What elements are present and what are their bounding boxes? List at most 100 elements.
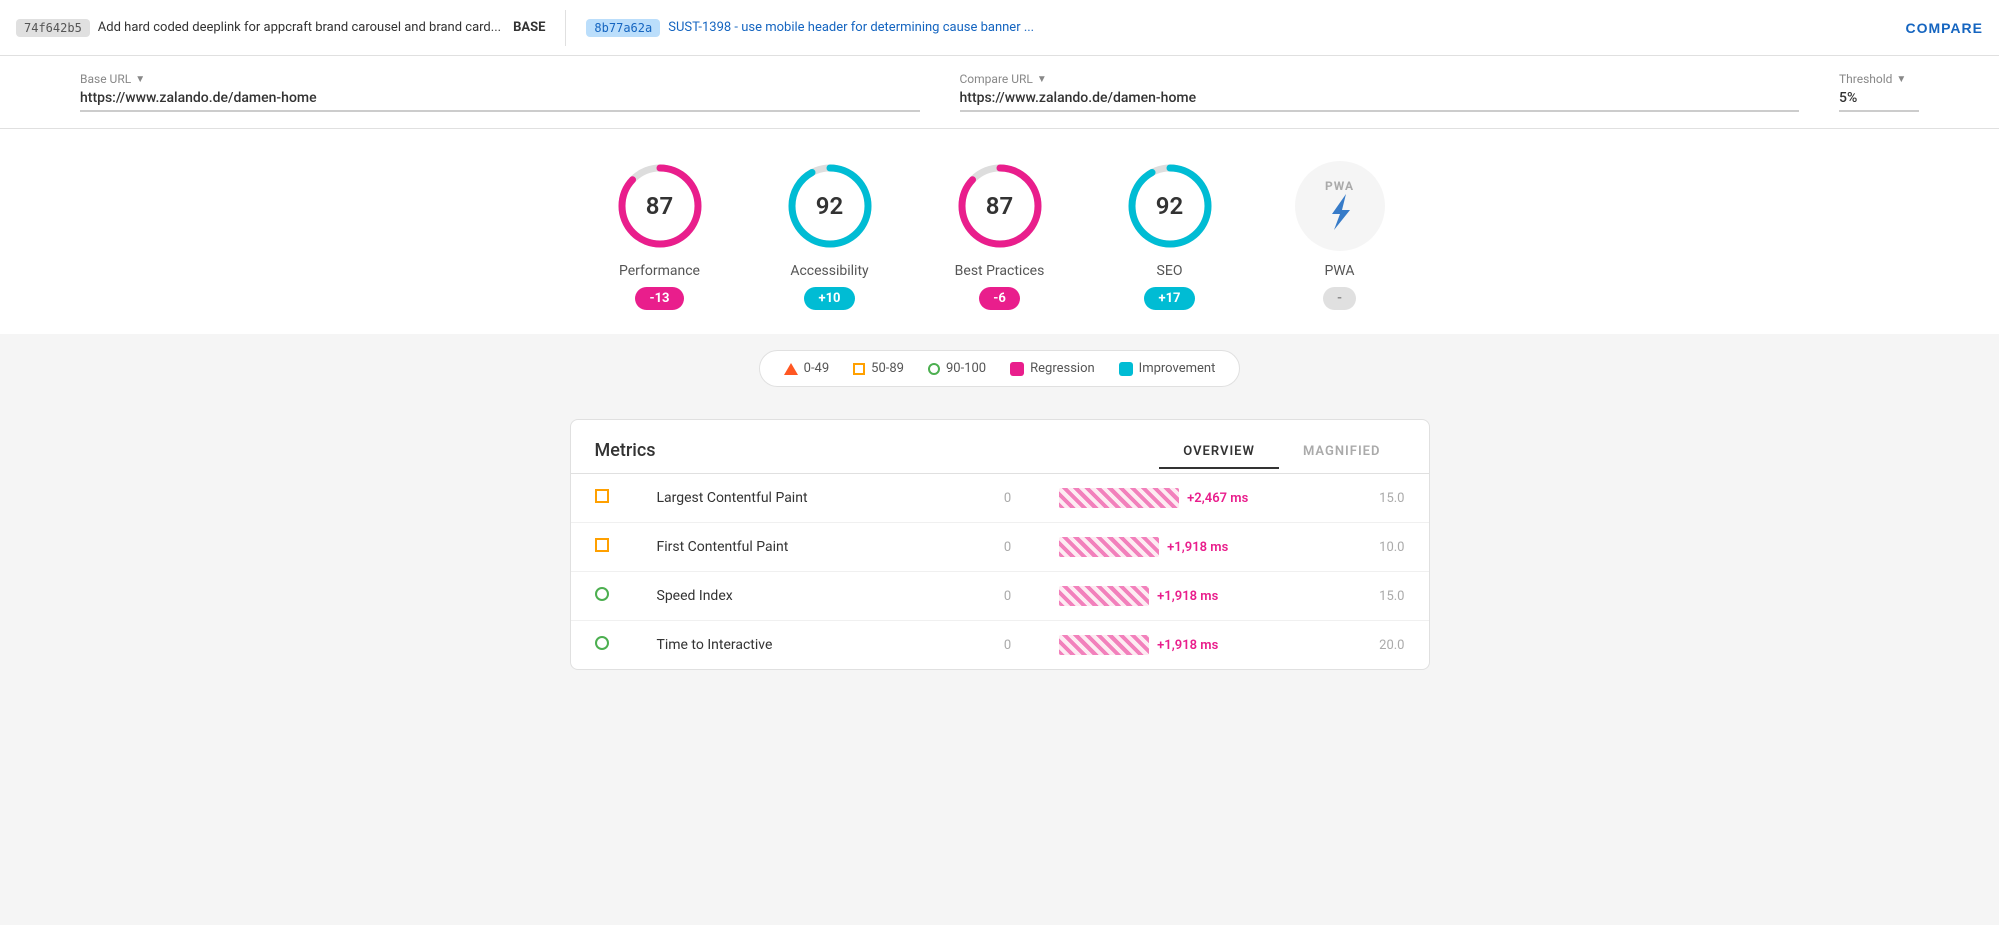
metric-bar-cell: +2,467 ms — [1035, 474, 1355, 523]
metric-name-cell: First Contentful Paint — [633, 523, 980, 572]
score-badge-performance: -13 — [635, 287, 683, 310]
metrics-card: Metrics OVERVIEW MAGNIFIED Largest Conte… — [570, 419, 1430, 670]
score-label-performance: Performance — [619, 263, 700, 279]
green-circle-icon — [595, 587, 609, 601]
score-label-pwa: PWA — [1324, 263, 1354, 279]
metric-end: 15.0 — [1355, 572, 1428, 621]
metric-zero: 0 — [980, 474, 1035, 523]
bar-hatched — [1059, 537, 1159, 557]
circle-performance: 87 — [615, 161, 705, 251]
base-label: BASE — [513, 20, 545, 35]
score-value-best-practices: 87 — [986, 192, 1013, 220]
square-icon — [853, 363, 865, 375]
compare-url-label: Compare URL ▼ — [960, 72, 1800, 86]
metrics-header: Metrics OVERVIEW MAGNIFIED — [571, 420, 1429, 469]
base-commit-badge: 74f642b5 — [16, 19, 90, 37]
metric-name-cell: Time to Interactive — [633, 621, 980, 670]
score-badge-seo: +17 — [1144, 287, 1194, 310]
compare-url-dropdown-arrow[interactable]: ▼ — [1037, 74, 1047, 85]
circle-seo: 92 — [1125, 161, 1215, 251]
metric-zero: 0 — [980, 621, 1035, 670]
pwa-icon: PWA — [1295, 161, 1385, 251]
base-url-dropdown-arrow[interactable]: ▼ — [135, 74, 145, 85]
yellow-square-icon — [595, 489, 609, 503]
divider — [565, 10, 566, 46]
lightning-icon — [1318, 190, 1362, 234]
score-value-seo: 92 — [1156, 192, 1183, 220]
pwa-text: PWA — [1325, 179, 1354, 193]
compare-url-value[interactable]: https://www.zalando.de/damen-home — [960, 90, 1800, 112]
metric-zero: 0 — [980, 572, 1035, 621]
table-row: Speed Index 0 +1,918 ms 15.0 — [571, 572, 1429, 621]
bar-wrapper: +1,918 ms — [1059, 635, 1331, 655]
metric-icon-cell — [571, 572, 633, 621]
green-circle-icon — [595, 636, 609, 650]
legend-range2: 50-89 — [853, 361, 904, 376]
bar-wrapper: +2,467 ms — [1059, 488, 1331, 508]
compare-commit-message: SUST-1398 - use mobile header for determ… — [668, 20, 1897, 35]
base-commit-message: Add hard coded deeplink for appcraft bra… — [98, 20, 501, 35]
triangle-icon — [784, 363, 798, 375]
compare-url-group: Compare URL ▼ https://www.zalando.de/dam… — [960, 72, 1800, 112]
bar-value: +1,918 ms — [1167, 540, 1228, 555]
score-card-accessibility: 92 Accessibility +10 — [785, 161, 875, 310]
metrics-title: Metrics — [595, 440, 656, 469]
bar-wrapper: +1,918 ms — [1059, 586, 1331, 606]
table-row: Time to Interactive 0 +1,918 ms 20.0 — [571, 621, 1429, 670]
metrics-table: Largest Contentful Paint 0 +2,467 ms 15.… — [571, 473, 1429, 669]
base-url-value[interactable]: https://www.zalando.de/damen-home — [80, 90, 920, 112]
score-card-seo: 92 SEO +17 — [1125, 161, 1215, 310]
score-card-performance: 87 Performance -13 — [615, 161, 705, 310]
metrics-section: Metrics OVERVIEW MAGNIFIED Largest Conte… — [0, 403, 1999, 702]
legend-box: 0-49 50-89 90-100 Regression Improvement — [759, 350, 1241, 387]
legend-section: 0-49 50-89 90-100 Regression Improvement — [0, 334, 1999, 403]
improvement-icon — [1119, 362, 1133, 376]
score-label-accessibility: Accessibility — [790, 263, 868, 279]
table-row: First Contentful Paint 0 +1,918 ms 10.0 — [571, 523, 1429, 572]
top-bar: 74f642b5 Add hard coded deeplink for app… — [0, 0, 1999, 56]
scores-section: 87 Performance -13 92 Accessibility +10 … — [0, 129, 1999, 334]
yellow-square-icon — [595, 538, 609, 552]
base-url-label: Base URL ▼ — [80, 72, 920, 86]
threshold-label: Threshold ▼ — [1839, 72, 1919, 86]
compare-button[interactable]: COMPARE — [1905, 20, 1983, 36]
threshold-value[interactable]: 5% — [1839, 90, 1919, 112]
metric-end: 15.0 — [1355, 474, 1428, 523]
circle-accessibility: 92 — [785, 161, 875, 251]
metrics-tabs: OVERVIEW MAGNIFIED — [1159, 436, 1404, 469]
bar-value: +1,918 ms — [1157, 589, 1218, 604]
bar-value: +1,918 ms — [1157, 638, 1218, 653]
score-badge-accessibility: +10 — [804, 287, 854, 310]
legend-regression: Regression — [1010, 361, 1095, 376]
score-label-best-practices: Best Practices — [955, 263, 1045, 279]
legend-range1: 0-49 — [784, 361, 830, 376]
metric-name-cell: Speed Index — [633, 572, 980, 621]
threshold-dropdown-arrow[interactable]: ▼ — [1896, 74, 1906, 85]
score-badge-pwa: - — [1323, 287, 1356, 310]
tab-overview[interactable]: OVERVIEW — [1159, 436, 1279, 469]
score-value-performance: 87 — [646, 192, 673, 220]
legend-improvement: Improvement — [1119, 361, 1216, 376]
metric-bar-cell: +1,918 ms — [1035, 572, 1355, 621]
metric-zero: 0 — [980, 523, 1035, 572]
bar-hatched — [1059, 635, 1149, 655]
tab-magnified[interactable]: MAGNIFIED — [1279, 436, 1405, 469]
score-badge-best-practices: -6 — [979, 287, 1020, 310]
metric-end: 10.0 — [1355, 523, 1428, 572]
bar-hatched — [1059, 488, 1179, 508]
bar-hatched — [1059, 586, 1149, 606]
metric-end: 20.0 — [1355, 621, 1428, 670]
legend-range3: 90-100 — [928, 361, 986, 376]
compare-commit-badge: 8b77a62a — [586, 19, 660, 37]
circle-icon — [928, 363, 940, 375]
metric-icon-cell — [571, 474, 633, 523]
metric-bar-cell: +1,918 ms — [1035, 621, 1355, 670]
metric-icon-cell — [571, 621, 633, 670]
metric-name-cell: Largest Contentful Paint — [633, 474, 980, 523]
score-label-seo: SEO — [1157, 263, 1183, 279]
score-card-pwa: PWA PWA - — [1295, 161, 1385, 310]
table-row: Largest Contentful Paint 0 +2,467 ms 15.… — [571, 474, 1429, 523]
base-url-group: Base URL ▼ https://www.zalando.de/damen-… — [80, 72, 920, 112]
metric-bar-cell: +1,918 ms — [1035, 523, 1355, 572]
bar-wrapper: +1,918 ms — [1059, 537, 1331, 557]
